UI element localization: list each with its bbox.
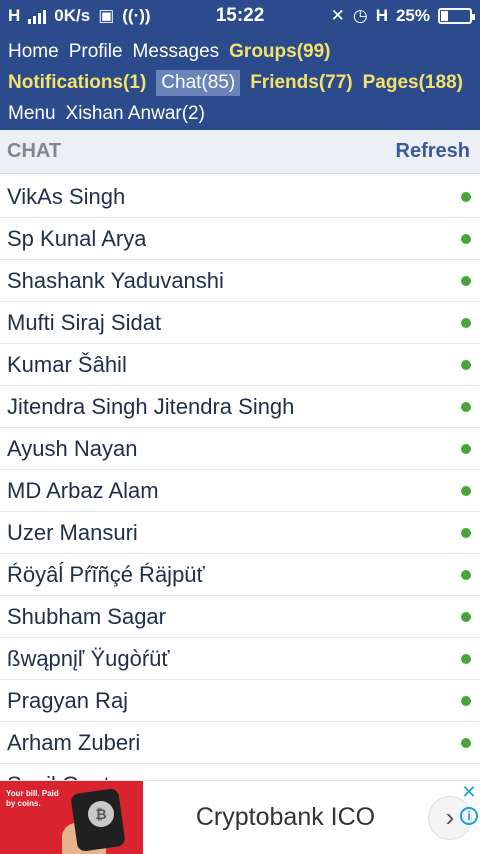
nav-row-2: Notifications(1) Chat(85) Friends(77) Pa… <box>8 67 472 98</box>
nav-pages[interactable]: Pages(188) <box>363 72 463 94</box>
chat-row[interactable]: Sp Kunal Arya <box>0 218 480 260</box>
status-right: ✕ ◷ H 25% <box>330 6 475 26</box>
chat-list: VikAs Singh Sp Kunal Arya Shashank Yaduvan… <box>0 176 480 780</box>
contact-name[interactable]: Shubham Sagar <box>7 604 166 630</box>
chat-row[interactable]: Ayush Nayan <box>0 428 480 470</box>
info-icon[interactable]: i <box>460 807 478 825</box>
ad-image-caption: Your bill. Paid by coins. <box>6 788 59 808</box>
battery-percent: 25% <box>395 6 430 25</box>
data-speed: 0K/s <box>54 6 91 25</box>
online-status-icon <box>461 569 471 580</box>
chat-row[interactable]: MD Arbaz Alam <box>0 470 480 512</box>
chat-row[interactable]: Sunil Gupta <box>0 764 480 780</box>
status-left: H 0K/s ▣ ((·)) <box>8 6 151 26</box>
bitcoin-icon: ₿ <box>88 800 114 827</box>
online-status-icon <box>461 275 471 286</box>
contact-name[interactable]: ßwąpnįľ Ÿugòŕüť <box>7 646 170 672</box>
chat-row[interactable]: Pragyan Raj <box>0 680 480 722</box>
contact-name[interactable]: Ŕöyâĺ Pŕĩñçé Ŕäjpüť <box>7 562 205 588</box>
chat-row[interactable]: Kumar Šâhil <box>0 344 480 386</box>
chat-row[interactable]: Ŕöyâĺ Pŕĩñçé Ŕäjpüť <box>0 554 480 596</box>
refresh-link[interactable]: Refresh <box>396 140 470 163</box>
status-bar: H 0K/s ▣ ((·)) 15:22 ✕ ◷ H 25% <box>0 0 480 32</box>
nav-chat[interactable]: Chat(85) <box>156 69 241 96</box>
nav-friends[interactable]: Friends(77) <box>250 72 352 94</box>
contact-name[interactable]: Sunil Gupta <box>7 772 122 781</box>
network-type: H <box>8 6 21 25</box>
nav-home[interactable]: Home <box>8 41 59 63</box>
chat-row[interactable]: ßwąpnįľ Ÿugòŕüť <box>0 638 480 680</box>
mute-icon: ✕ <box>330 6 345 25</box>
online-status-icon <box>461 653 471 664</box>
chat-title: CHAT <box>7 140 62 162</box>
online-status-icon <box>461 611 471 622</box>
chat-row[interactable]: Shashank Yaduvanshi <box>0 260 480 302</box>
contact-name[interactable]: Sp Kunal Arya <box>7 226 146 252</box>
online-status-icon <box>461 443 471 454</box>
screenshot-icon: ▣ <box>98 6 115 25</box>
contact-name[interactable]: Arham Zuberi <box>7 730 140 756</box>
online-status-icon <box>461 401 471 412</box>
online-status-icon <box>461 527 471 538</box>
nav-user-profile[interactable]: Xishan Anwar(2) <box>66 103 205 125</box>
online-status-icon <box>461 233 471 244</box>
online-status-icon <box>461 737 471 748</box>
chat-row[interactable]: Shubham Sagar <box>0 596 480 638</box>
contact-name[interactable]: Pragyan Raj <box>7 688 128 714</box>
nav-messages[interactable]: Messages <box>133 41 220 63</box>
contact-name[interactable]: Kumar Šâhil <box>7 352 127 378</box>
contact-name[interactable]: MD Arbaz Alam <box>7 478 159 504</box>
vibrate-icon: ((·)) <box>122 6 151 25</box>
chat-row[interactable]: Jitendra Singh Jitendra Singh <box>0 386 480 428</box>
nav-profile[interactable]: Profile <box>69 41 123 63</box>
chat-row[interactable]: Arham Zuberi <box>0 722 480 764</box>
ad-controls: ✕ i <box>460 783 478 825</box>
close-icon[interactable]: ✕ <box>461 783 476 801</box>
online-status-icon <box>461 191 471 202</box>
ad-title[interactable]: Cryptobank ICO <box>143 803 428 832</box>
nav-groups[interactable]: Groups(99) <box>229 41 330 63</box>
chat-row[interactable]: Mufti Siraj Sidat <box>0 302 480 344</box>
chat-row[interactable]: VikAs Singh <box>0 176 480 218</box>
nav-row-3: Menu Xishan Anwar(2) <box>8 98 472 129</box>
network-h-icon: H <box>375 6 388 25</box>
contact-name[interactable]: Jitendra Singh Jitendra Singh <box>7 394 294 420</box>
battery-icon <box>438 8 475 24</box>
nav-menu[interactable]: Menu <box>8 103 56 125</box>
chat-section-header: CHAT Refresh <box>0 130 480 174</box>
nav-row-1: Home Profile Messages Groups(99) <box>8 36 472 67</box>
ad-image[interactable]: Your bill. Paid by coins. ₿ <box>0 780 143 854</box>
signal-icon <box>28 8 47 24</box>
online-status-icon <box>461 359 471 370</box>
online-status-icon <box>461 485 471 496</box>
top-navigation: Home Profile Messages Groups(99) Notific… <box>0 32 480 130</box>
chat-row[interactable]: Uzer Mansuri <box>0 512 480 554</box>
alarm-icon: ◷ <box>352 6 368 25</box>
contact-name[interactable]: Shashank Yaduvanshi <box>7 268 224 294</box>
contact-name[interactable]: VikAs Singh <box>7 184 125 210</box>
contact-name[interactable]: Uzer Mansuri <box>7 520 138 546</box>
contact-name[interactable]: Mufti Siraj Sidat <box>7 310 161 336</box>
nav-notifications[interactable]: Notifications(1) <box>8 72 146 94</box>
online-status-icon <box>461 317 471 328</box>
online-status-icon <box>461 695 471 706</box>
ad-banner[interactable]: Your bill. Paid by coins. ₿ Cryptobank I… <box>0 780 480 854</box>
contact-name[interactable]: Ayush Nayan <box>7 436 137 462</box>
